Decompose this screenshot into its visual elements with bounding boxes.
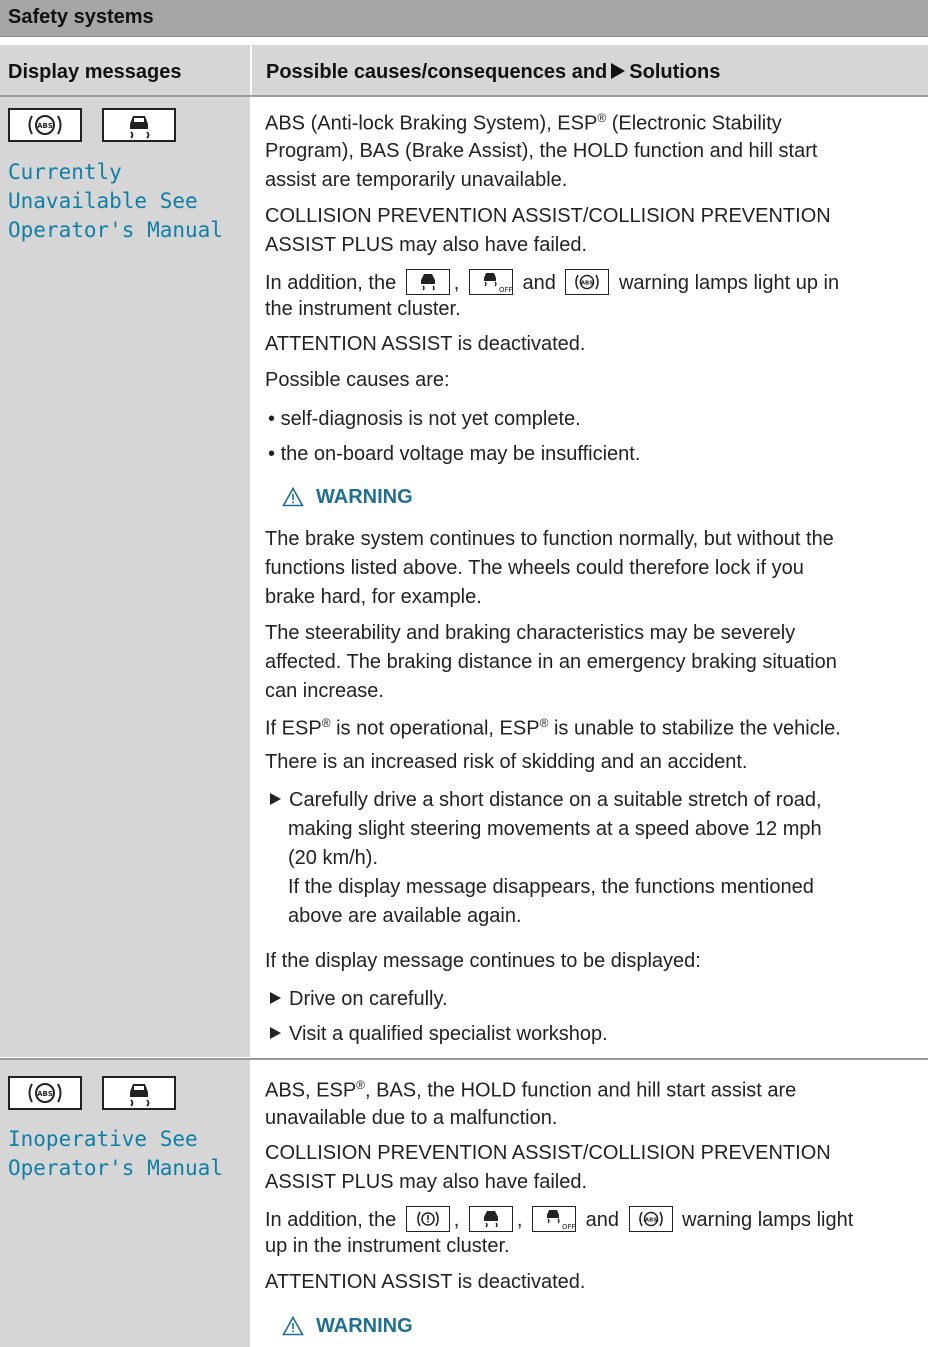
text-span: , (516, 1209, 523, 1231)
action-step-line: (20 km/h). (288, 847, 379, 869)
row2-lamps-line: In addition, the , , OFF and ABS warning… (265, 1206, 853, 1232)
message-line: Operator's Manual (8, 218, 223, 242)
text-span: is not operational, ESP (336, 717, 540, 740)
svg-text:ABS: ABS (581, 281, 593, 287)
warning-text-line: There is an increased risk of skidding a… (265, 751, 748, 773)
row2-display-message: Inoperative See Operator's Manual (8, 1125, 223, 1183)
registered-mark: ® (597, 111, 607, 125)
text-span: In addition, the (265, 1209, 397, 1231)
column-divider (250, 45, 252, 1347)
abs-icon: ABS (8, 1076, 82, 1110)
column-header-display-messages: Display messages (8, 61, 182, 83)
row1-lamps-line: In addition, the , OFF and ABS warning l… (265, 269, 839, 295)
row2-text-line: up in the instrument cluster. (265, 1235, 510, 1257)
svg-text:ABS: ABS (37, 1090, 53, 1098)
text-span: WARNING (316, 1315, 413, 1337)
message-line: Currently (8, 160, 122, 184)
action-step: Carefully drive a short distance on a su… (270, 789, 822, 812)
action-step-line: above are available again. (288, 905, 522, 927)
abs-lamp-icon: ABS (565, 269, 610, 295)
abs-icon: ABS (8, 108, 82, 142)
skid-car-icon (102, 1076, 176, 1110)
row1-text-line: Possible causes are: (265, 369, 450, 391)
warning-text-line: affected. The braking distance in an eme… (265, 651, 837, 673)
esp-off-lamp-icon: OFF (468, 269, 513, 295)
text-span: warning lamps light (682, 1209, 854, 1231)
abs-lamp-icon: ABS (628, 1206, 673, 1232)
solution-arrow-icon (611, 63, 626, 79)
row1-text-line: the instrument cluster. (265, 298, 461, 320)
message-line: Operator's Manual (8, 1156, 223, 1180)
warning-text-line: The brake system continues to function n… (265, 528, 834, 550)
registered-mark: ® (356, 1078, 365, 1092)
warning-text-line: If ESP® is not operational, ESP® is unab… (265, 716, 841, 741)
text-span: If ESP (265, 717, 322, 740)
column-header-causes-solutions: Possible causes/consequences and Solution… (266, 61, 720, 84)
text-span: ABS, ESP (265, 1079, 357, 1102)
row2-text-line: ATTENTION ASSIST is deactivated. (265, 1271, 586, 1293)
action-step: Drive on carefully. (270, 988, 448, 1011)
list-item: • self-diagnosis is not yet complete. (268, 408, 581, 430)
row1-text-line: If the display message continues to be d… (265, 950, 701, 972)
registered-mark: ® (321, 716, 331, 730)
warning-heading: WARNING (282, 1315, 413, 1338)
row2-text-line: unavailable due to a malfunction. (265, 1107, 558, 1129)
brake-lamp-icon (405, 1206, 450, 1232)
warning-triangle-icon (282, 1315, 304, 1336)
text-span: , (453, 272, 460, 294)
text-span: and (522, 272, 556, 294)
warning-heading: WARNING (282, 486, 413, 509)
text-span: the on-board voltage may be insufficient… (280, 443, 641, 465)
text-span: self-diagnosis is not yet complete. (280, 408, 581, 430)
message-line: Unavailable See (8, 189, 198, 213)
skid-car-icon (102, 108, 176, 142)
action-step-line: making slight steering movements at a sp… (288, 818, 822, 840)
text-span: and (585, 1209, 619, 1231)
row1-display-message: Currently Unavailable See Operator's Man… (8, 158, 223, 245)
warning-text-line: brake hard, for example. (265, 586, 482, 608)
column-header-suffix: Solutions (629, 61, 721, 83)
text-span: is unable to stabilize the vehicle. (553, 717, 841, 740)
warning-triangle-icon (282, 486, 304, 507)
text-span: ABS (Anti-lock Braking System), ESP (265, 112, 598, 135)
text-span: warning lamps light up in (618, 272, 840, 294)
row2-text-line: ABS, ESP®, BAS, the HOLD function and hi… (265, 1078, 796, 1103)
text-span: (Electronic Stability (611, 112, 782, 135)
svg-text:OFF: OFF (499, 286, 512, 294)
row1-text-line: ATTENTION ASSIST is deactivated. (265, 333, 586, 355)
text-span: , (453, 1209, 460, 1231)
text-span: , BAS, the HOLD function and hill start … (365, 1079, 797, 1102)
row1-text-line: COLLISION PREVENTION ASSIST/COLLISION PR… (265, 205, 831, 227)
table-header: Display messages Possible causes/consequ… (0, 45, 928, 95)
row1-text-line: ASSIST PLUS may also have failed. (265, 234, 588, 256)
row1-text-line: Program), BAS (Brake Assist), the HOLD f… (265, 140, 818, 162)
text-span: In addition, the (265, 272, 397, 294)
text-span: WARNING (316, 486, 413, 508)
row1-text-line: ABS (Anti-lock Braking System), ESP® (El… (265, 111, 782, 136)
car-lamp-icon (405, 269, 450, 295)
section-title: Safety systems (8, 6, 154, 28)
row2-text-line: COLLISION PREVENTION ASSIST/COLLISION PR… (265, 1142, 831, 1164)
warning-text-line: The steerability and braking characteris… (265, 622, 796, 644)
header-row-separator (0, 95, 928, 97)
warning-text-line: can increase. (265, 680, 384, 702)
list-item: • the on-board voltage may be insufficie… (268, 443, 641, 465)
column-header-prefix: Possible causes/consequences and (266, 61, 608, 83)
esp-off-lamp-icon: OFF (532, 1206, 577, 1232)
message-line: Inoperative See (8, 1127, 198, 1151)
row-separator (0, 1058, 928, 1060)
action-step-line: If the display message disappears, the f… (288, 876, 814, 898)
car-lamp-icon (468, 1206, 513, 1232)
svg-text:OFF: OFF (562, 1223, 575, 1231)
svg-text:ABS: ABS (644, 1218, 656, 1224)
section-header: Safety systems (0, 0, 928, 37)
warning-text-line: functions listed above. The wheels could… (265, 557, 804, 579)
svg-text:ABS: ABS (37, 122, 53, 130)
row1-text-line: assist are temporarily unavailable. (265, 169, 568, 191)
row2-text-line: ASSIST PLUS may also have failed. (265, 1171, 588, 1193)
registered-mark: ® (539, 716, 549, 730)
action-step: Visit a qualified specialist workshop. (270, 1023, 608, 1046)
